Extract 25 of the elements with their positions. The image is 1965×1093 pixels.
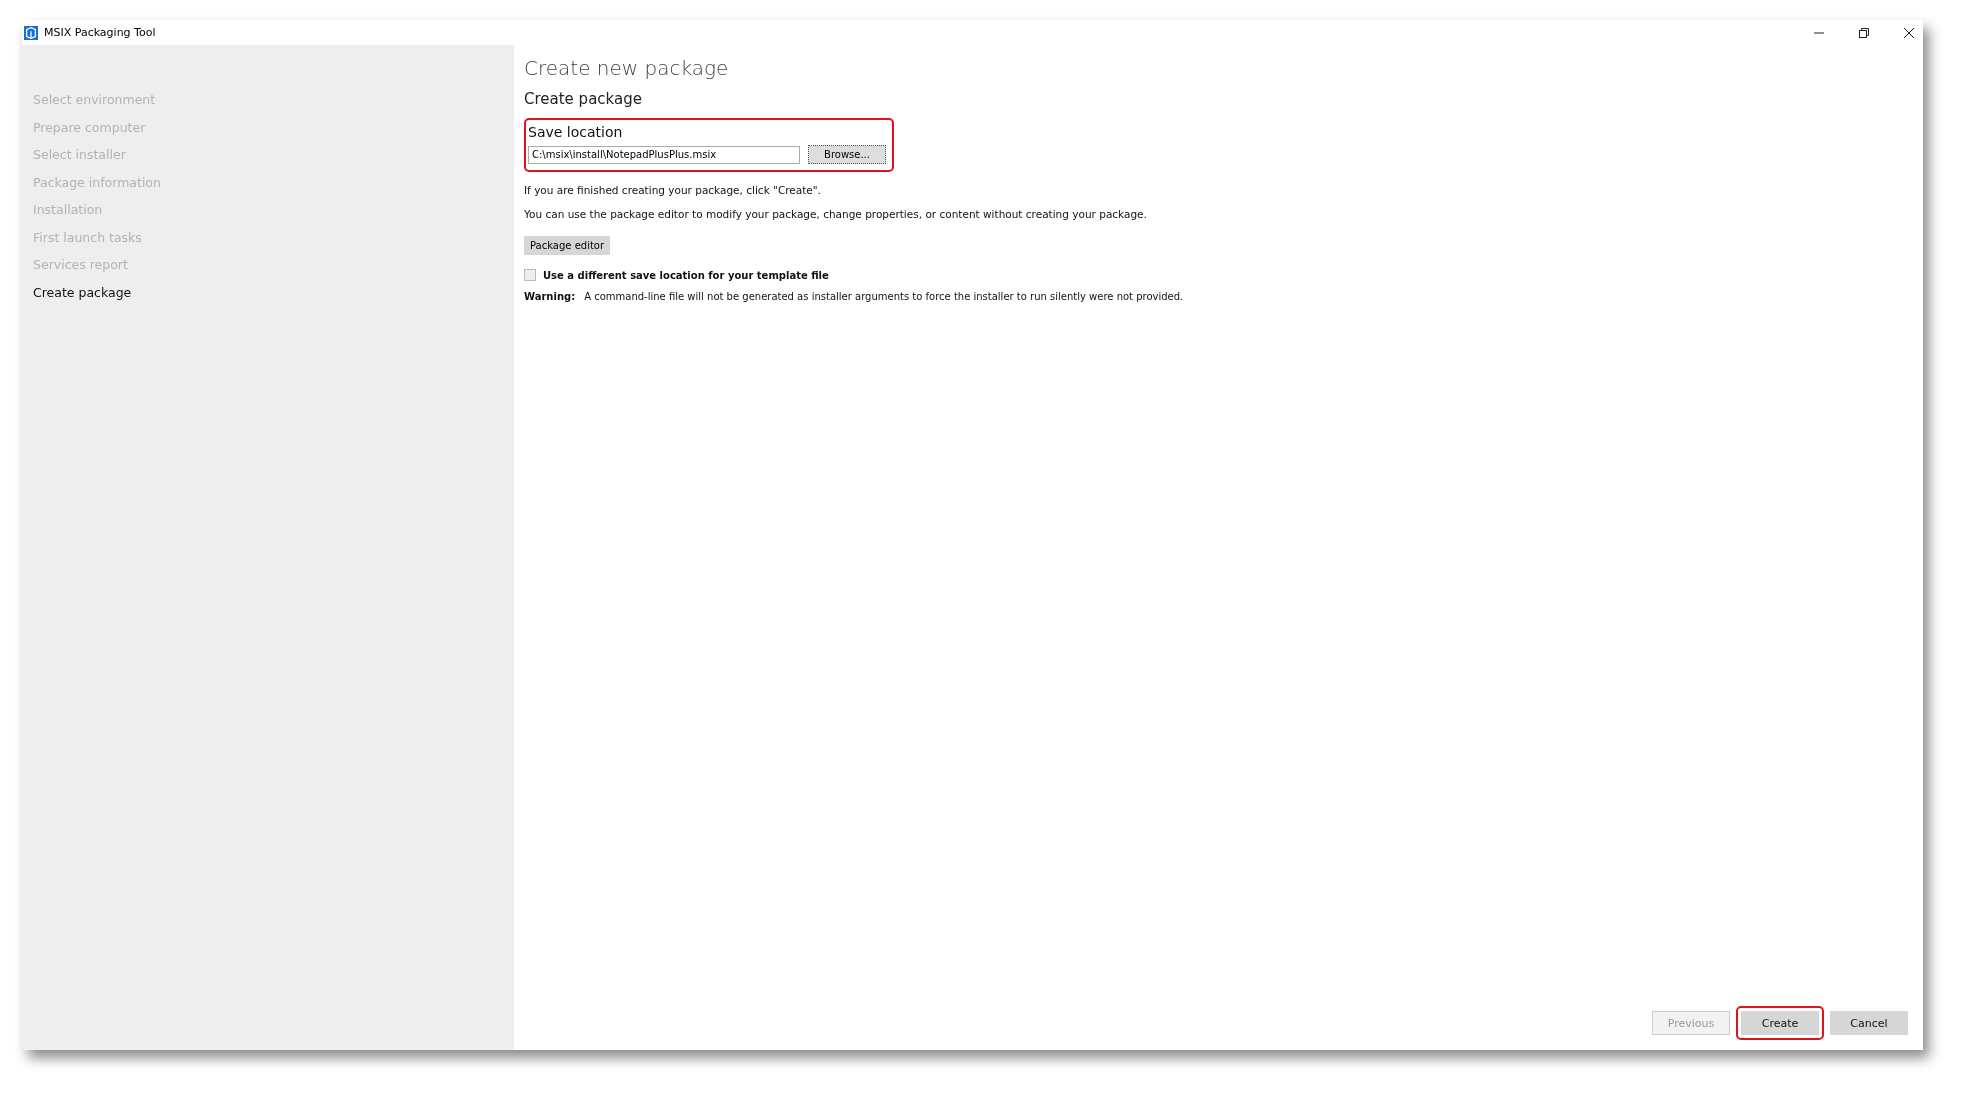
save-location-field[interactable]: C:\msix\install\NotepadPlusPlus.msix [528,145,800,164]
section-title: Create package [524,90,643,108]
checkbox[interactable] [524,269,536,281]
browse-button[interactable]: Browse... [808,145,886,164]
page-title: Create new package [524,56,730,80]
restore-icon[interactable] [1858,26,1870,39]
sidebar-item[interactable]: Installation [33,196,514,224]
sidebar-item[interactable]: Select environment [33,86,514,114]
close-icon[interactable] [1903,26,1915,39]
checkbox-label[interactable]: Use a different save location for your template file [543,269,829,281]
sidebar-item[interactable]: Select installer [33,141,514,169]
window-title: MSIX Packaging Tool [44,26,156,39]
sidebar-item[interactable]: Services report [33,251,514,279]
sidebar-item[interactable]: Create package [33,278,514,306]
warning-text: A command-line file will not be generated as installer arguments to force the installer to run silently were not provided. [584,291,1184,302]
info-text: If you are finished creating your package, click "Create". [524,184,822,196]
footer-button[interactable]: Cancel [1830,1011,1908,1035]
footer-button[interactable]: Create [1741,1011,1819,1035]
sidebar-item[interactable]: First launch tasks [33,223,514,251]
field-label: Save location [528,124,624,140]
info-text: You can use the package editor to modify your package, change properties, or content without creating your package. [524,208,1148,220]
warning-label: Warning: [524,291,576,302]
sidebar-item[interactable]: Prepare computer [33,113,514,141]
sidebar-item[interactable]: Package information [33,168,514,196]
package-editor-button[interactable]: Package editor [524,236,611,255]
